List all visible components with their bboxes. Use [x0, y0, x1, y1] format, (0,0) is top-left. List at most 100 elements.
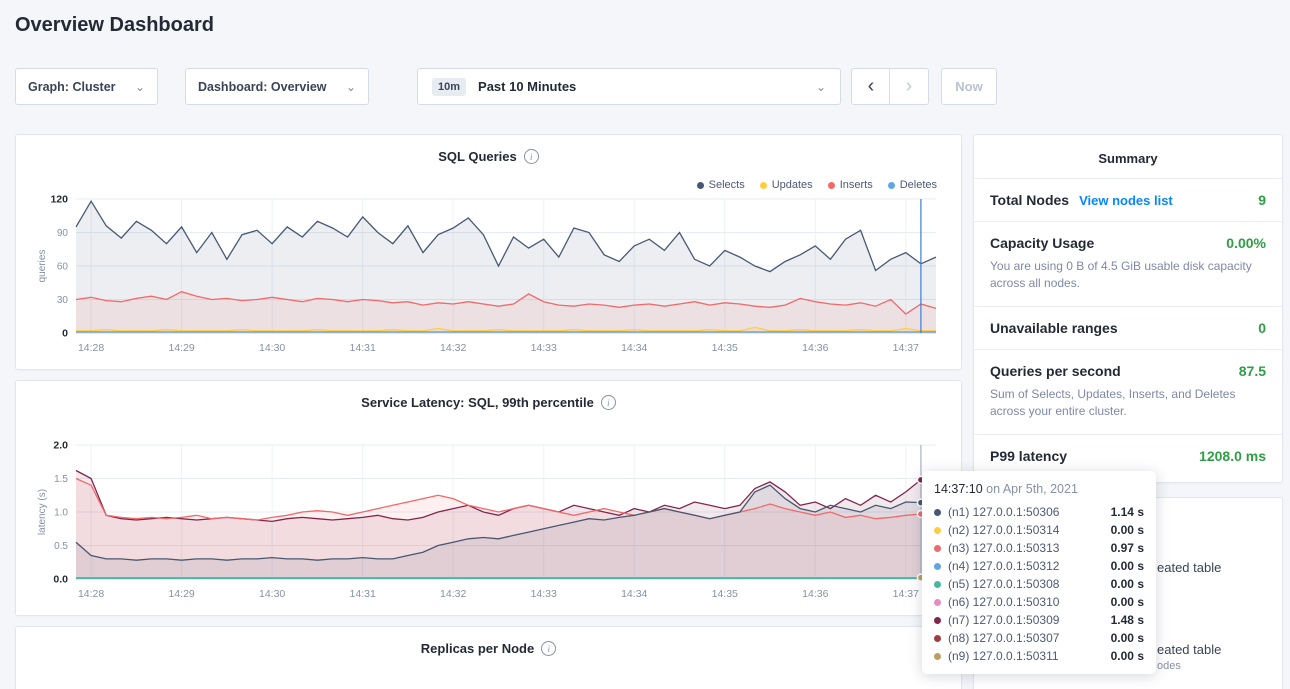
node-latency-value: 0.00 s [1111, 559, 1144, 573]
chevron-down-icon: ⌄ [135, 81, 145, 93]
svg-text:14:37: 14:37 [893, 342, 919, 354]
event-text-fragment: odes [1157, 660, 1181, 672]
svg-text:14:29: 14:29 [168, 342, 194, 354]
tooltip-node-row: (n6) 127.0.0.1:503100.00 s [934, 593, 1144, 611]
svg-text:14:34: 14:34 [621, 342, 647, 354]
tooltip-time: 14:37:10 [934, 482, 983, 496]
legend-dot [888, 182, 895, 189]
page-title: Overview Dashboard [15, 14, 214, 37]
chart-header: Replicas per Node i [16, 627, 961, 656]
node-address: (n1) 127.0.0.1:50306 [948, 505, 1059, 519]
chart-title: Replicas per Node [421, 641, 534, 656]
svg-text:14:33: 14:33 [531, 588, 557, 600]
node-color-dot [934, 635, 941, 642]
svg-text:14:32: 14:32 [440, 588, 466, 600]
graph-dropdown[interactable]: Graph: Cluster ⌄ [15, 68, 158, 105]
node-color-dot [934, 599, 941, 606]
chart-title: Service Latency: SQL, 99th percentile [361, 395, 594, 410]
chart-legend: Selects Updates Inserts Deletes [697, 179, 937, 191]
node-color-dot [934, 545, 941, 552]
node-latency-value: 1.14 s [1111, 505, 1144, 519]
chart-hover-tooltip: 14:37:10 on Apr 5th, 2021 (n1) 127.0.0.1… [922, 471, 1156, 674]
legend-dot [697, 182, 704, 189]
legend-item-selects[interactable]: Selects [697, 179, 745, 191]
legend-dot [828, 182, 835, 189]
info-icon[interactable]: i [524, 149, 539, 164]
total-nodes-label: Total Nodes [990, 192, 1069, 208]
replicas-per-node-panel: Replicas per Node i [15, 626, 962, 689]
svg-text:14:31: 14:31 [350, 342, 376, 354]
svg-text:14:28: 14:28 [78, 588, 104, 600]
svg-text:latency (s): latency (s) [37, 489, 48, 535]
graph-dropdown-label: Graph: Cluster [28, 80, 116, 94]
tooltip-node-row: (n5) 127.0.0.1:503080.00 s [934, 575, 1144, 593]
now-button[interactable]: Now [941, 68, 997, 105]
svg-text:30: 30 [57, 295, 69, 306]
tooltip-node-row: (n2) 127.0.0.1:503140.00 s [934, 521, 1144, 539]
svg-text:0.0: 0.0 [53, 574, 68, 586]
node-color-dot [934, 527, 941, 534]
svg-text:14:33: 14:33 [531, 342, 557, 354]
sql-queries-chart[interactable]: 14:2814:2914:3014:3114:3214:3314:3414:35… [34, 193, 944, 357]
qps-note: Sum of Selects, Updates, Inserts, and De… [990, 386, 1266, 421]
p99-latency-value: 1208.0 ms [1199, 448, 1266, 464]
svg-text:14:28: 14:28 [78, 342, 104, 354]
tooltip-node-row: (n1) 127.0.0.1:50306 1.14 s [934, 503, 1144, 521]
node-address: (n7) 127.0.0.1:50309 [948, 613, 1059, 627]
time-range-label: Past 10 Minutes [478, 79, 576, 94]
summary-row-unavailable-ranges: Unavailable ranges 0 [974, 306, 1282, 349]
summary-panel: Summary Total Nodes View nodes list 9 Ca… [973, 134, 1283, 483]
svg-text:14:35: 14:35 [712, 588, 738, 600]
svg-text:2.0: 2.0 [53, 440, 68, 452]
svg-text:0.5: 0.5 [54, 541, 68, 552]
view-nodes-list-link[interactable]: View nodes list [1079, 193, 1173, 208]
node-color-dot [934, 509, 941, 516]
overview-dashboard-page: Overview Dashboard Graph: Cluster ⌄ Dash… [0, 0, 1290, 689]
info-icon[interactable]: i [601, 395, 616, 410]
chart-title: SQL Queries [438, 149, 517, 164]
node-address: (n5) 127.0.0.1:50308 [948, 577, 1059, 591]
time-prev-button[interactable]: ‹ [851, 68, 891, 105]
svg-text:1.0: 1.0 [54, 508, 68, 519]
time-range-picker[interactable]: 10m Past 10 Minutes ⌄ [417, 68, 841, 105]
time-range-badge: 10m [432, 78, 466, 96]
svg-text:14:36: 14:36 [802, 588, 828, 600]
node-latency-value: 0.00 s [1111, 649, 1144, 663]
tooltip-node-row: (n7) 127.0.0.1:503091.48 s [934, 611, 1144, 629]
svg-text:14:32: 14:32 [440, 342, 466, 354]
summary-row-qps: Queries per second 87.5 Sum of Selects, … [974, 349, 1282, 434]
svg-text:14:31: 14:31 [350, 588, 376, 600]
service-latency-panel: Service Latency: SQL, 99th percentile i … [15, 380, 962, 616]
legend-item-updates[interactable]: Updates [760, 179, 813, 191]
chart-header: SQL Queries i [16, 135, 961, 164]
unavailable-ranges-value: 0 [1258, 320, 1266, 336]
time-next-button[interactable]: › [889, 68, 929, 105]
svg-text:queries: queries [37, 250, 48, 283]
sql-queries-panel: SQL Queries i Selects Updates Inserts Delet… [15, 134, 962, 370]
event-text-fragment: eated table [1157, 560, 1221, 575]
svg-text:90: 90 [57, 228, 69, 239]
svg-text:14:35: 14:35 [712, 342, 738, 354]
tooltip-header: 14:37:10 on Apr 5th, 2021 [934, 482, 1144, 503]
svg-text:14:36: 14:36 [802, 342, 828, 354]
dashboard-dropdown[interactable]: Dashboard: Overview ⌄ [185, 68, 369, 105]
chevron-down-icon: ⌄ [346, 81, 356, 93]
node-address: (n6) 127.0.0.1:50310 [948, 595, 1059, 609]
capacity-label: Capacity Usage [990, 235, 1094, 251]
dashboard-dropdown-label: Dashboard: Overview [198, 80, 327, 94]
node-address: (n8) 127.0.0.1:50307 [948, 631, 1059, 645]
tooltip-node-row: (n3) 127.0.0.1:503130.97 s [934, 539, 1144, 557]
legend-item-deletes[interactable]: Deletes [888, 179, 937, 191]
event-text-fragment: eated table [1157, 642, 1221, 657]
chart-header: Service Latency: SQL, 99th percentile i [16, 381, 961, 410]
legend-dot [760, 182, 767, 189]
chevron-down-icon: ⌄ [816, 81, 826, 93]
node-latency-value: 0.00 s [1111, 631, 1144, 645]
node-address: (n3) 127.0.0.1:50313 [948, 541, 1059, 555]
legend-item-inserts[interactable]: Inserts [828, 179, 873, 191]
tooltip-node-row: (n4) 127.0.0.1:503120.00 s [934, 557, 1144, 575]
node-address: (n9) 127.0.0.1:50311 [948, 649, 1059, 663]
info-icon[interactable]: i [541, 641, 556, 656]
qps-label: Queries per second [990, 363, 1121, 379]
service-latency-chart[interactable]: 14:2814:2914:3014:3114:3214:3314:3414:35… [34, 439, 944, 603]
